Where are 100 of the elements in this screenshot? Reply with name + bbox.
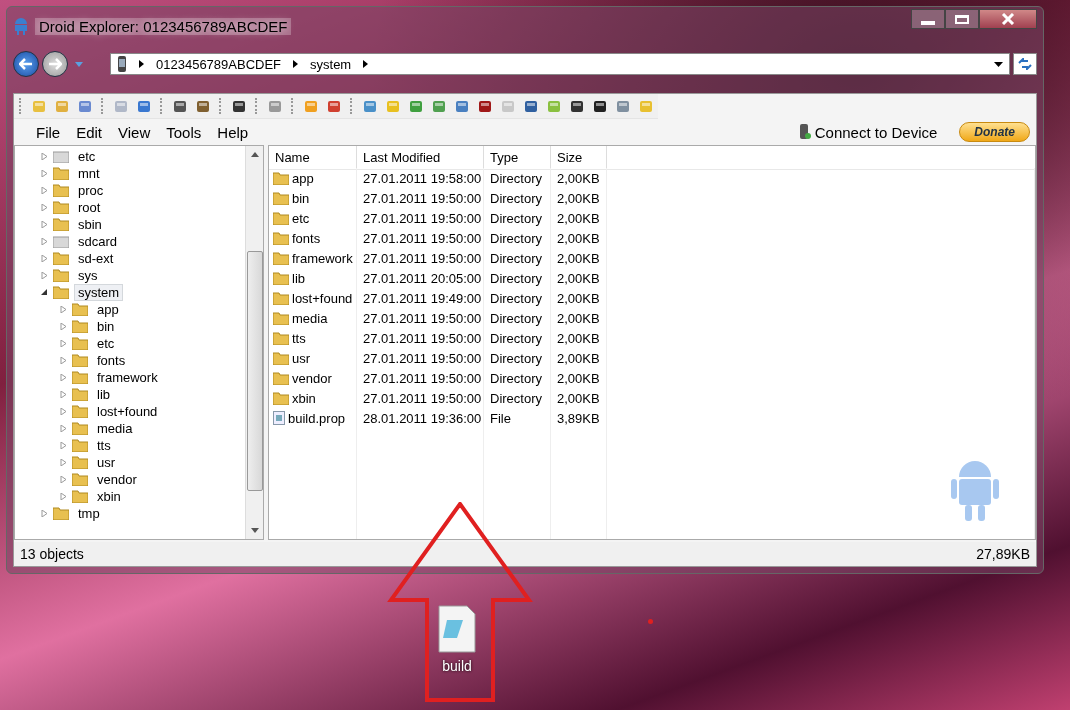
folder-icon <box>273 231 289 245</box>
tree-item[interactable]: framework <box>93 369 162 386</box>
arrow-left-icon <box>19 58 33 70</box>
type-cell: Directory <box>484 188 551 208</box>
address-bar[interactable]: 0123456789ABCDEF system <box>110 53 1010 75</box>
file-name[interactable]: bin <box>292 190 310 206</box>
file-name[interactable]: etc <box>292 210 310 226</box>
folder-icon <box>72 439 88 452</box>
type-cell: Directory <box>484 248 551 268</box>
date-cell: 27.01.2011 20:05:00 <box>357 268 484 288</box>
tree-item[interactable]: fonts <box>93 352 130 369</box>
breadcrumb-item[interactable]: 0123456789ABCDEF <box>156 56 282 72</box>
column-header[interactable]: Type <box>484 146 551 170</box>
file-name[interactable]: lost+found <box>292 290 353 306</box>
tree-item[interactable]: sdcard <box>74 233 122 250</box>
file-name[interactable]: usr <box>292 350 311 366</box>
tree-item[interactable]: xbin <box>93 488 125 505</box>
type-cell: Directory <box>484 208 551 228</box>
folder-icon <box>72 456 88 469</box>
scrollbar[interactable] <box>245 146 263 539</box>
size-cell: 2,00KB <box>551 368 607 388</box>
expander-icon[interactable] <box>41 289 48 296</box>
tree-item[interactable]: tts <box>93 437 115 454</box>
date-cell: 27.01.2011 19:50:00 <box>357 188 484 208</box>
drive-icon <box>53 235 69 248</box>
tree-item[interactable]: usr <box>93 454 120 471</box>
menu-item[interactable]: View <box>110 123 159 141</box>
file-name[interactable]: media <box>292 310 328 326</box>
back-button[interactable] <box>13 51 39 77</box>
maximize-button[interactable] <box>945 9 979 29</box>
menu-item[interactable]: File <box>28 123 69 141</box>
folder-icon <box>72 354 88 367</box>
minimize-button[interactable] <box>911 9 945 29</box>
date-cell: 28.01.2011 19:36:00 <box>357 408 484 428</box>
chevron-icon <box>363 60 369 68</box>
tree-item[interactable]: tmp <box>74 505 104 522</box>
type-cell: Directory <box>484 268 551 288</box>
tree-item[interactable]: mnt <box>74 165 104 182</box>
file-name[interactable]: lib <box>292 270 305 286</box>
tree-item[interactable]: etc <box>93 335 119 352</box>
folder-icon <box>273 331 289 345</box>
folder-icon <box>273 211 289 225</box>
file-name[interactable]: app <box>292 170 314 186</box>
size-cell: 2,00KB <box>551 248 607 268</box>
tree-item[interactable]: app <box>93 301 123 318</box>
tree-item[interactable]: sd-ext <box>74 250 118 267</box>
type-cell: Directory <box>484 288 551 308</box>
file-name[interactable]: build.prop <box>288 410 346 426</box>
tree-item[interactable]: proc <box>74 182 108 199</box>
tree-item[interactable]: root <box>74 199 105 216</box>
file-name[interactable]: framework <box>292 250 353 266</box>
date-cell: 27.01.2011 19:49:00 <box>357 288 484 308</box>
column-header[interactable]: Name <box>269 146 357 170</box>
close-button[interactable] <box>979 9 1037 29</box>
file-name[interactable]: fonts <box>292 230 321 246</box>
type-cell: Directory <box>484 228 551 248</box>
scroll-up-icon[interactable] <box>250 152 259 157</box>
menu-item[interactable]: Edit <box>68 123 111 141</box>
file-name[interactable]: tts <box>292 330 306 346</box>
date-cell: 27.01.2011 19:50:00 <box>357 368 484 388</box>
tree-item[interactable]: etc <box>74 148 100 165</box>
column-header[interactable]: Size <box>551 146 607 170</box>
tree-item[interactable]: vendor <box>93 471 141 488</box>
tree-item[interactable]: lib <box>93 386 114 403</box>
file-name[interactable]: vendor <box>292 370 332 386</box>
desktop-icon-label[interactable]: build <box>442 658 472 674</box>
column-header[interactable]: Last Modified <box>357 146 484 170</box>
folder-icon <box>273 171 289 185</box>
folder-icon <box>72 422 88 435</box>
drive-icon <box>53 150 69 163</box>
size-cell: 2,00KB <box>551 388 607 408</box>
folder-icon <box>72 320 88 333</box>
scroll-down-icon[interactable] <box>250 528 259 533</box>
refresh-button[interactable] <box>1013 53 1037 75</box>
tree-item[interactable]: system <box>74 284 124 301</box>
folder-icon <box>72 371 88 384</box>
tree-item[interactable]: media <box>93 420 137 437</box>
menu-item[interactable]: Help <box>209 123 257 141</box>
folder-icon <box>72 337 88 350</box>
folder-icon <box>53 201 69 214</box>
menu-item[interactable]: Tools <box>158 123 210 141</box>
folder-icon <box>273 351 289 365</box>
size-cell: 2,00KB <box>551 188 607 208</box>
folder-icon <box>273 191 289 205</box>
tree-item[interactable]: lost+found <box>93 403 162 420</box>
breadcrumb-item[interactable]: system <box>310 56 352 72</box>
forward-button[interactable] <box>42 51 68 77</box>
folder-icon <box>273 271 289 285</box>
connect-link[interactable]: Connect to Device <box>814 123 938 141</box>
dropdown-caret-icon[interactable] <box>994 61 1003 67</box>
folder-icon <box>273 291 289 305</box>
scroll-thumb[interactable] <box>246 250 263 491</box>
file-icon <box>273 411 285 425</box>
tree-item[interactable]: bin <box>93 318 119 335</box>
chevron-icon <box>293 60 299 68</box>
tree-item[interactable]: sbin <box>74 216 106 233</box>
folder-icon <box>72 405 88 418</box>
file-name[interactable]: xbin <box>292 390 316 406</box>
donate-button[interactable]: Donate <box>959 122 1030 142</box>
tree-item[interactable]: sys <box>74 267 102 284</box>
